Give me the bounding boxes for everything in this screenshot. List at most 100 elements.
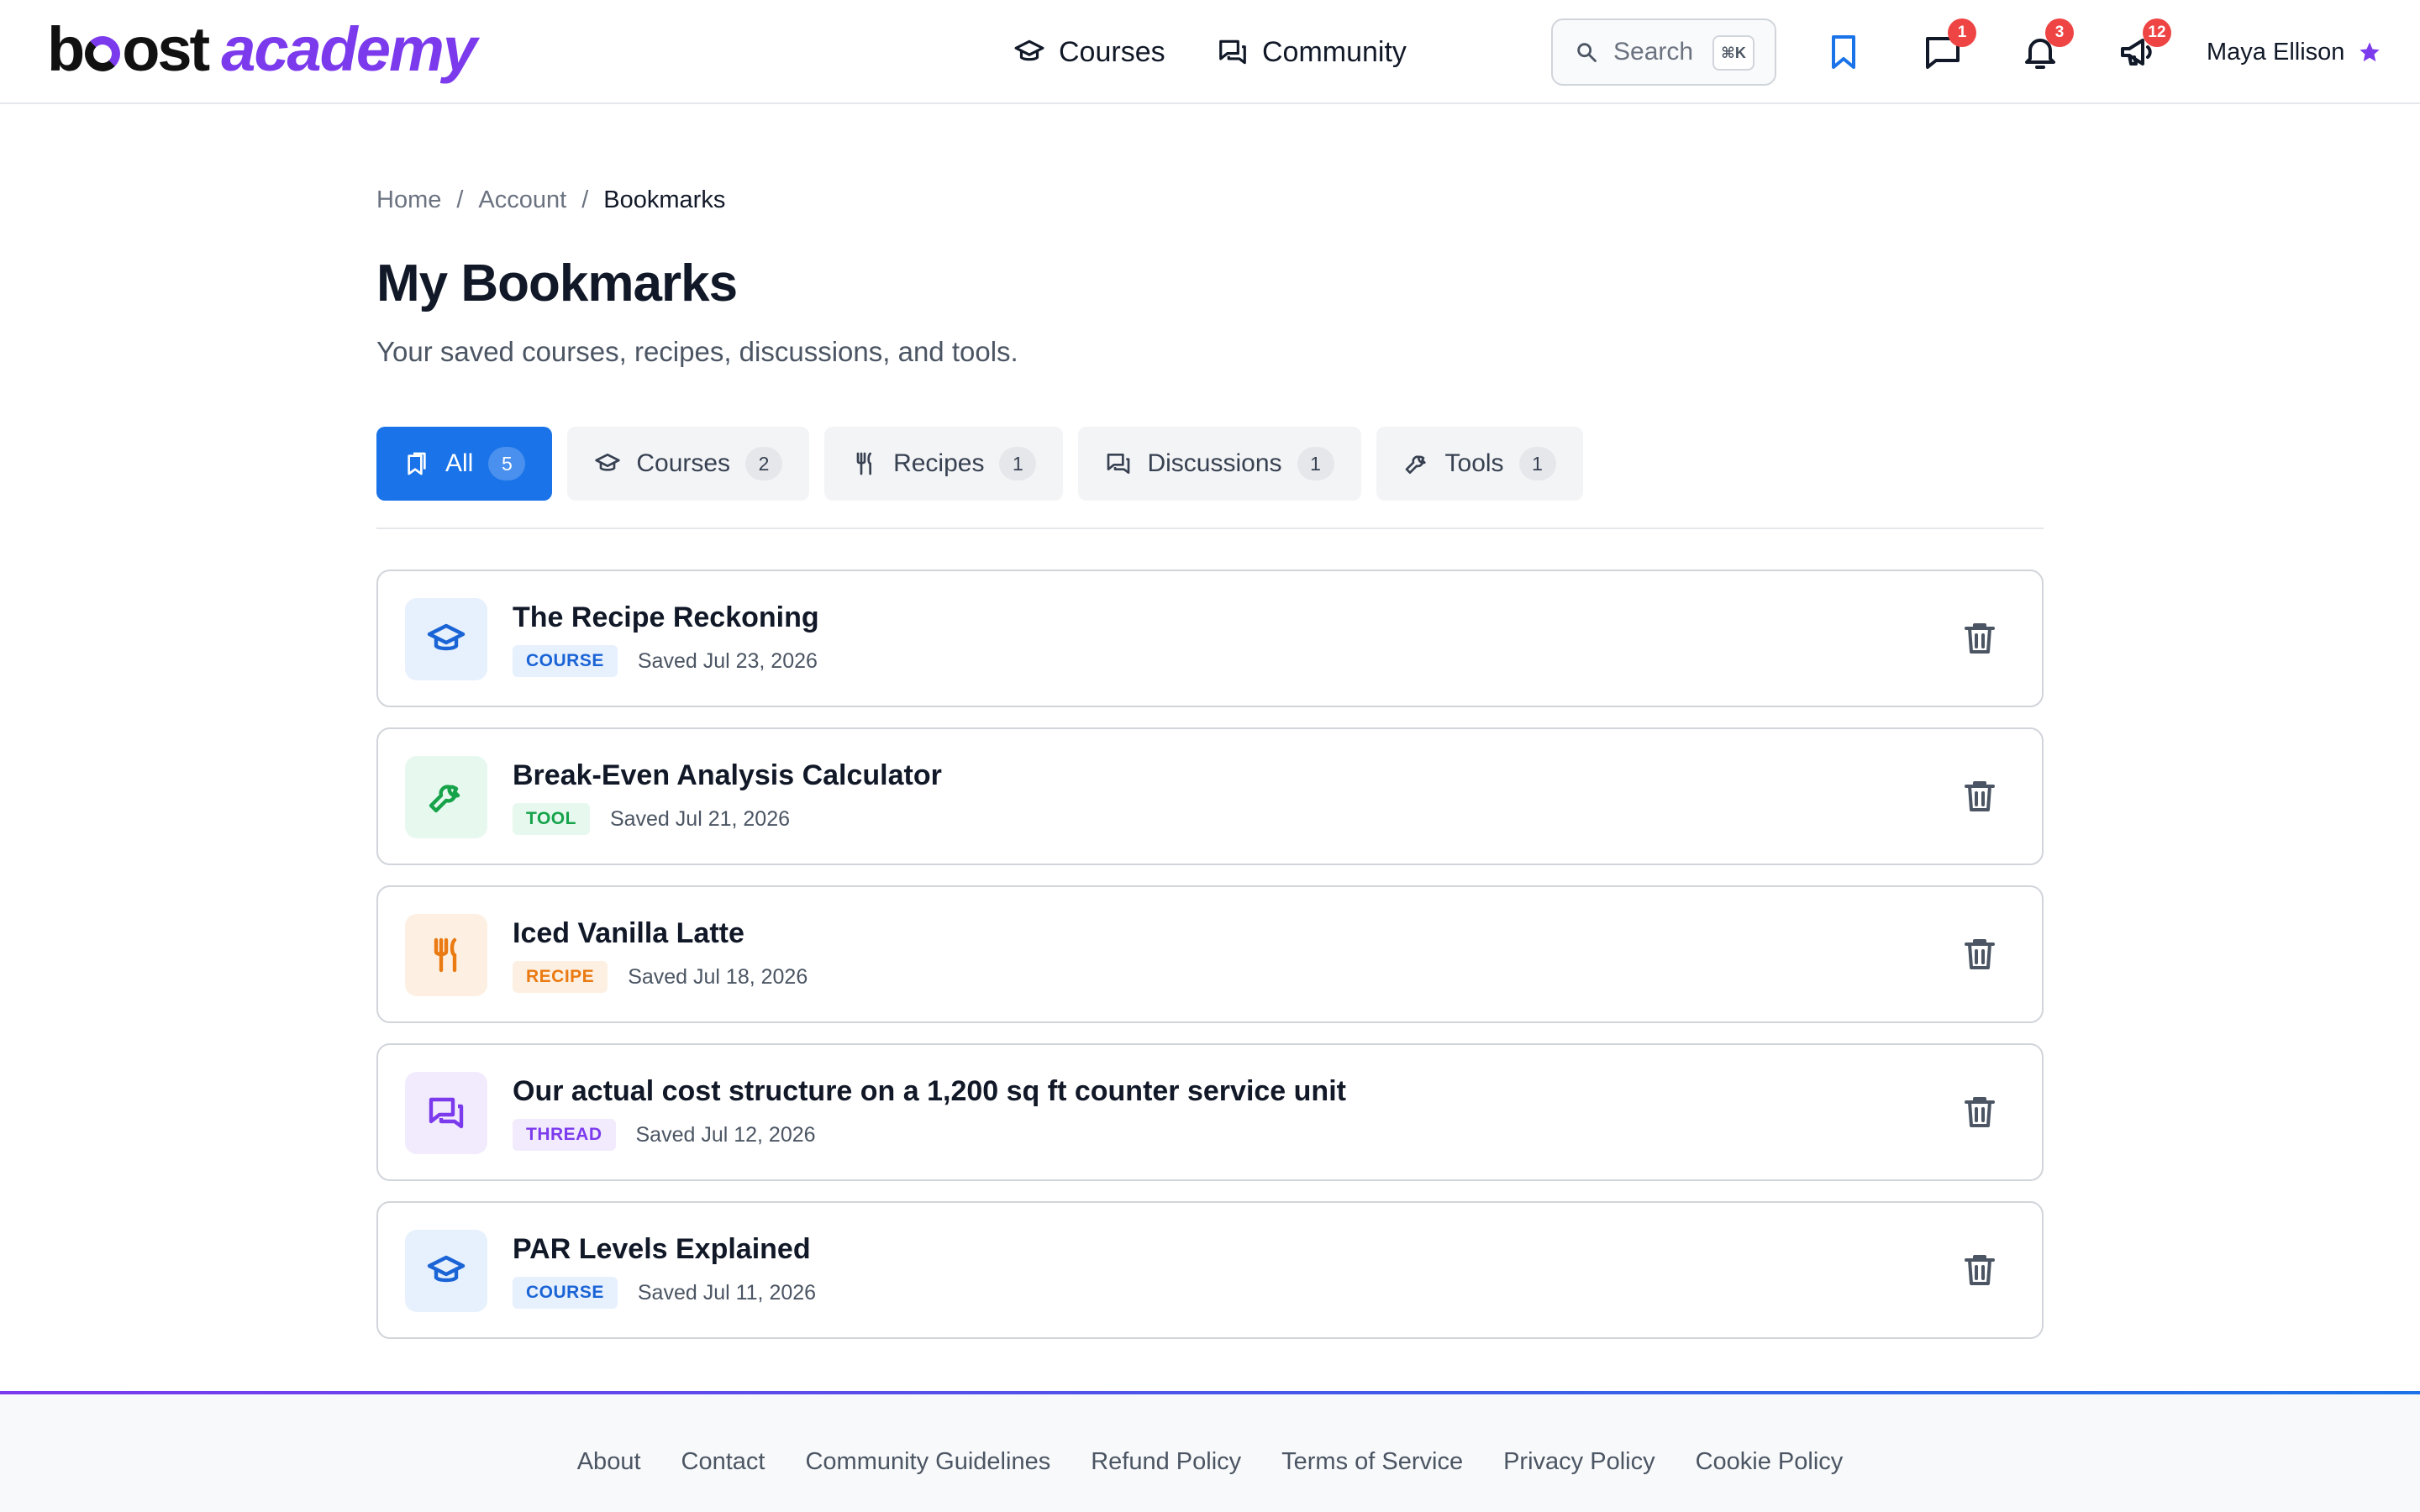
bookmark-title[interactable]: Iced Vanilla Latte [513,917,744,950]
user-name: Maya Ellison [2207,38,2345,66]
type-badge: COURSE [513,1277,618,1309]
nav-courses-link[interactable]: Courses [1013,32,1165,72]
logo-letter-b: b [47,14,85,84]
footer-links: About Contact Community Guidelines Refun… [0,1448,2420,1476]
nav-courses-label: Courses [1059,35,1165,68]
star-icon [2360,42,2381,62]
bookmark-title[interactable]: Our actual cost structure on a 1,200 sq … [513,1075,1346,1108]
notifications-button[interactable]: 3 [2020,18,2074,72]
bookmark-meta: COURSE Saved Jul 23, 2026 [513,645,818,677]
chat-bubbles-icon [429,1097,464,1129]
saved-date: Saved Jul 23, 2026 [637,648,818,673]
trash-icon [1965,623,1995,654]
bookmark-filter-tabs: All 5 Courses 2 Recipes 1 Discussions 1 … [376,427,1583,501]
bookmark-card[interactable]: PAR Levels Explained COURSE Saved Jul 11… [376,1201,2044,1339]
logo-letters-ost: ost [122,14,210,84]
tab-discussions[interactable]: Discussions 1 [1078,427,1361,501]
course-type-icon [405,1230,487,1312]
bookmark-card[interactable]: Break-Even Analysis Calculator TOOL Save… [376,727,2044,865]
bookmark-title[interactable]: Break-Even Analysis Calculator [513,759,942,792]
wrench-icon [1405,455,1426,474]
bookmark-title[interactable]: The Recipe Reckoning [513,601,819,634]
trash-icon [1965,1097,1995,1127]
search-icon [1577,43,1597,62]
boost-academy-logo[interactable]: b ost academy [47,12,477,87]
tab-courses[interactable]: Courses 2 [567,427,810,501]
nav-community-label: Community [1262,35,1407,68]
bookmark-meta: TOOL Saved Jul 21, 2026 [513,803,790,835]
tab-count: 1 [1518,447,1556,480]
logo-wordmark-academy: academy [221,14,477,84]
footer-link-terms-of-service[interactable]: Terms of Service [1281,1448,1463,1476]
saved-date: Saved Jul 21, 2026 [609,806,791,831]
recipe-type-icon [405,914,487,996]
footer-link-cookie-policy[interactable]: Cookie Policy [1696,1448,1844,1476]
bookmarks-button[interactable] [1823,32,1864,72]
fork-knife-icon [434,937,457,973]
tool-type-icon [405,756,487,838]
page-subtitle: Your saved courses, recipes, discussions… [376,336,1018,367]
announcements-button[interactable]: 12 [2118,18,2171,72]
page-title: My Bookmarks [376,255,738,312]
footer-link-about[interactable]: About [577,1448,641,1476]
tab-label: Discussions [1147,449,1282,477]
breadcrumb-account[interactable]: Account [478,186,566,214]
top-navbar: b ost academy Courses Community Search ⌘… [0,0,2420,104]
messages-badge: 1 [1948,18,1976,47]
type-badge: COURSE [513,645,618,677]
tab-label: Tools [1444,449,1504,477]
breadcrumb-separator: / [581,186,589,213]
logo-o-mark-icon [85,36,121,71]
graduation-cap-icon [427,623,466,651]
bookmark-meta: COURSE Saved Jul 11, 2026 [513,1277,816,1309]
type-badge: RECIPE [513,961,608,993]
tab-recipes[interactable]: Recipes 1 [824,427,1064,501]
chat-bubbles-icon [1219,39,1246,65]
bookmark-icon [1832,35,1855,69]
saved-date: Saved Jul 18, 2026 [628,964,808,989]
tab-tools[interactable]: Tools 1 [1376,427,1583,501]
remove-bookmark-button[interactable] [1960,934,2000,974]
footer-link-refund-policy[interactable]: Refund Policy [1091,1448,1241,1476]
bookmark-meta: THREAD Saved Jul 12, 2026 [513,1119,816,1151]
search-shortcut-hint: ⌘K [1712,35,1754,71]
footer-link-privacy-policy[interactable]: Privacy Policy [1503,1448,1655,1476]
announcements-badge: 12 [2143,18,2171,47]
footer-link-contact[interactable]: Contact [681,1448,765,1476]
course-type-icon [405,598,487,680]
trash-icon [1965,781,1995,811]
type-badge: THREAD [513,1119,616,1151]
breadcrumb-current: Bookmarks [603,186,726,213]
trash-icon [1965,939,1995,969]
remove-bookmark-button[interactable] [1960,1092,2000,1132]
graduation-cap-icon [427,1255,466,1283]
saved-date: Saved Jul 11, 2026 [637,1280,817,1305]
bookmark-meta: RECIPE Saved Jul 18, 2026 [513,961,808,993]
thread-type-icon [405,1072,487,1154]
remove-bookmark-button[interactable] [1960,1250,2000,1290]
bookmark-title[interactable]: PAR Levels Explained [513,1233,811,1266]
remove-bookmark-button[interactable] [1960,776,2000,816]
remove-bookmark-button[interactable] [1960,618,2000,659]
tabs-divider [376,528,2044,529]
footer-gradient-divider [0,1391,2420,1394]
trash-icon [1965,1255,1995,1285]
tab-count: 5 [488,447,526,480]
bookmark-card[interactable]: The Recipe Reckoning COURSE Saved Jul 23… [376,570,2044,707]
bookmark-card[interactable]: Iced Vanilla Latte RECIPE Saved Jul 18, … [376,885,2044,1023]
nav-community-link[interactable]: Community [1217,32,1407,72]
user-menu[interactable]: Maya Ellison [2207,32,2381,72]
fork-knife-icon [856,452,872,475]
wrench-icon [429,785,460,813]
breadcrumb-home[interactable]: Home [376,186,441,214]
search-placeholder: Search [1613,38,1694,66]
search-box[interactable]: Search ⌘K [1551,18,1776,86]
tab-label: Recipes [893,449,985,477]
messages-button[interactable]: 1 [1923,18,1976,72]
bookmark-card[interactable]: Our actual cost structure on a 1,200 sq … [376,1043,2044,1181]
saved-date: Saved Jul 12, 2026 [635,1122,816,1147]
footer-link-community-guidelines[interactable]: Community Guidelines [805,1448,1050,1476]
type-badge: TOOL [513,803,590,835]
bookmark-list: The Recipe Reckoning COURSE Saved Jul 23… [376,570,2044,1359]
tab-all[interactable]: All 5 [376,427,553,501]
